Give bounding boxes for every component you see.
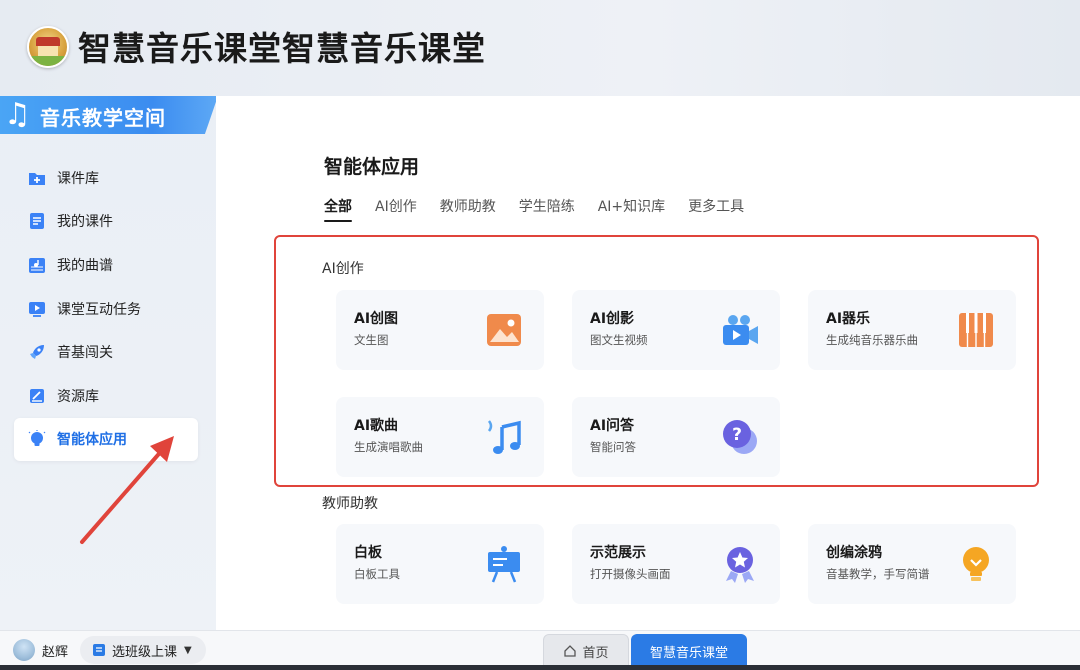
image-icon — [484, 310, 524, 350]
sidebar-item-resource-library[interactable]: 资源库 — [14, 374, 198, 418]
resource-book-icon — [28, 387, 46, 405]
section-title-ai-creation: AI创作 — [322, 261, 364, 277]
home-icon — [564, 645, 577, 657]
sidebar-item-label: 资源库 — [57, 388, 99, 405]
tab-smart-music-classroom[interactable]: 智慧音乐课堂 — [631, 634, 747, 668]
card-ai-video[interactable]: AI创影 图文生视频 — [572, 290, 780, 370]
app-title: 智慧音乐课堂智慧音乐课堂 — [78, 29, 486, 68]
music-note-icon: ♫ — [4, 97, 31, 132]
card-whiteboard[interactable]: 白板 白板工具 — [336, 524, 544, 604]
space-label: 音乐教学空间 — [40, 106, 166, 130]
class-select-dropdown[interactable]: 选班级上课 ▼ — [80, 636, 206, 664]
video-camera-icon — [720, 310, 760, 350]
avatar[interactable] — [13, 639, 35, 661]
card-demo-display[interactable]: 示范展示 打开摄像头画面 — [572, 524, 780, 604]
card-subtitle: 智能问答 — [590, 440, 636, 454]
card-subtitle: 白板工具 — [354, 567, 400, 581]
sidebar-nav: 课件库 我的课件 我的曲谱 课堂互动任务 音基闯关 资源库 智能体应用 — [14, 156, 198, 462]
card-title: AI创影 — [590, 311, 635, 327]
lightbulb-icon — [28, 430, 46, 448]
card-subtitle: 文生图 — [354, 333, 389, 347]
sidebar-item-courseware-library[interactable]: 课件库 — [14, 156, 198, 200]
tab-more-tools[interactable]: 更多工具 — [688, 196, 744, 222]
sidebar-item-label: 我的课件 — [57, 214, 113, 231]
sidebar-item-my-courseware[interactable]: 我的课件 — [14, 200, 198, 244]
card-title: AI歌曲 — [354, 418, 399, 434]
tab-home[interactable]: 首页 — [543, 634, 629, 668]
bottom-bar: 赵辉 选班级上课 ▼ 首页 智慧音乐课堂 — [0, 630, 1080, 670]
music-score-icon — [28, 256, 46, 274]
award-star-icon — [720, 544, 760, 584]
taskbar-strip — [0, 665, 1080, 670]
card-subtitle: 生成演唱歌曲 — [354, 440, 423, 454]
tab-active-label: 智慧音乐课堂 — [649, 645, 728, 661]
sidebar-item-my-scores[interactable]: 我的曲谱 — [14, 243, 198, 287]
page-title: 智能体应用 — [324, 156, 420, 178]
card-subtitle: 生成纯音乐器乐曲 — [826, 333, 918, 347]
tab-all[interactable]: 全部 — [324, 196, 352, 222]
document-icon — [93, 644, 105, 656]
card-subtitle: 打开摄像头画面 — [590, 567, 671, 581]
card-ai-song[interactable]: AI歌曲 生成演唱歌曲 — [336, 397, 544, 477]
app-header: 智慧音乐课堂智慧音乐课堂 — [0, 0, 1080, 96]
card-creative-doodle[interactable]: 创编涂鸦 音基教学，手写简谱 — [808, 524, 1016, 604]
sidebar-item-label: 音基闯关 — [57, 345, 113, 362]
tab-ai-creation[interactable]: AI创作 — [375, 196, 417, 222]
caret-down-icon: ▼ — [184, 644, 192, 656]
category-tabs: 全部 AI创作 教师助教 学生陪练 AI+知识库 更多工具 — [324, 196, 767, 222]
sidebar-item-music-challenge[interactable]: 音基闯关 — [14, 330, 198, 374]
folder-plus-icon — [28, 169, 46, 187]
card-ai-instrumental[interactable]: AI器乐 生成纯音乐器乐曲 — [808, 290, 1016, 370]
section-title-teacher-assistant: 教师助教 — [322, 496, 378, 512]
card-subtitle: 图文生视频 — [590, 333, 648, 347]
document-icon — [28, 212, 46, 230]
rocket-icon — [28, 343, 46, 361]
tab-home-label: 首页 — [582, 645, 609, 661]
card-title: AI创图 — [354, 311, 399, 327]
play-screen-icon — [28, 300, 46, 318]
card-subtitle: 音基教学，手写简谱 — [826, 567, 930, 581]
main-panel: 智能体应用 全部 AI创作 教师助教 学生陪练 AI+知识库 更多工具 AI创作… — [216, 96, 1080, 630]
card-ai-image[interactable]: AI创图 文生图 — [336, 290, 544, 370]
tab-ai-knowledge-base[interactable]: AI+知识库 — [598, 196, 665, 222]
card-title: 白板 — [354, 545, 382, 561]
space-banner: ♫ 音乐教学空间 — [0, 96, 218, 134]
sidebar-item-label: 课堂互动任务 — [57, 301, 141, 318]
user-name: 赵辉 — [42, 645, 69, 660]
card-title: AI问答 — [590, 418, 635, 434]
sidebar-item-class-tasks[interactable]: 课堂互动任务 — [14, 287, 198, 331]
card-title: 示范展示 — [590, 545, 646, 561]
whiteboard-icon — [484, 544, 524, 584]
tab-teacher-assistant[interactable]: 教师助教 — [440, 196, 496, 222]
sidebar-item-label: 我的曲谱 — [57, 257, 113, 274]
svg-text:?: ? — [732, 425, 742, 445]
sidebar-item-label: 课件库 — [57, 170, 99, 187]
card-title: 创编涂鸦 — [826, 545, 882, 561]
tab-student-practice[interactable]: 学生陪练 — [519, 196, 575, 222]
school-logo — [27, 26, 69, 68]
question-chat-icon: ? — [720, 417, 760, 457]
card-ai-qa[interactable]: AI问答 智能问答 ? — [572, 397, 780, 477]
music-notes-icon — [484, 417, 524, 457]
lightbulb-icon — [956, 544, 996, 584]
pointer-arrow-annotation — [80, 436, 174, 544]
class-select-label: 选班级上课 — [112, 644, 178, 660]
card-title: AI器乐 — [826, 311, 871, 327]
piano-keys-icon — [956, 310, 996, 350]
